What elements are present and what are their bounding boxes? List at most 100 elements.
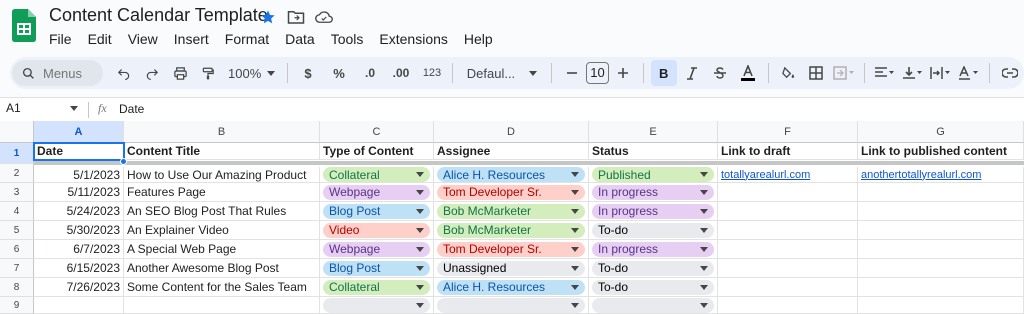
- cell-assignee[interactable]: Unassigned: [434, 259, 589, 278]
- menu-search[interactable]: [12, 60, 103, 86]
- cell-title[interactable]: Some Content for the Sales Team: [124, 278, 320, 297]
- cloud-status-icon[interactable]: [314, 7, 334, 27]
- cell-title[interactable]: Another Awesome Blog Post: [124, 259, 320, 278]
- header-cell-draft[interactable]: Link to draft: [718, 143, 858, 160]
- decrease-decimal-button[interactable]: .0: [357, 60, 383, 86]
- document-title[interactable]: Content Calendar Template: [49, 5, 268, 26]
- row-header-5[interactable]: 5: [0, 221, 34, 240]
- cell-status[interactable]: In progress: [589, 183, 718, 202]
- star-icon[interactable]: [258, 7, 278, 27]
- increase-decimal-button[interactable]: .00: [388, 60, 414, 86]
- dropdown-chip[interactable]: Tom Developer Sr.: [437, 241, 585, 257]
- cell-status[interactable]: [589, 297, 718, 314]
- decrease-font-size-icon[interactable]: [559, 60, 585, 86]
- cell-draft[interactable]: [718, 297, 858, 314]
- name-box[interactable]: A1: [6, 101, 21, 115]
- row-header-4[interactable]: 4: [0, 202, 34, 221]
- cell-draft[interactable]: [718, 240, 858, 259]
- menu-tools[interactable]: Tools: [323, 29, 372, 49]
- merge-cells-icon[interactable]: [831, 60, 857, 86]
- bold-button[interactable]: B: [650, 60, 677, 86]
- cell-status[interactable]: To-do: [589, 221, 718, 240]
- menu-search-input[interactable]: [43, 65, 103, 81]
- frozen-row-divider[interactable]: [34, 161, 1024, 165]
- header-cell-title[interactable]: Content Title: [124, 143, 320, 160]
- cell-status[interactable]: In progress: [589, 240, 718, 259]
- dropdown-chip[interactable]: In progress: [592, 203, 714, 219]
- more-formats-button[interactable]: 123: [419, 60, 445, 86]
- cell-date[interactable]: 5/11/2023: [34, 183, 124, 202]
- dropdown-chip[interactable]: Collateral: [323, 167, 430, 182]
- cell-assignee[interactable]: Tom Developer Sr.: [434, 183, 589, 202]
- header-cell-status[interactable]: Status: [589, 143, 718, 160]
- cell-assignee[interactable]: [434, 297, 589, 314]
- cell-assignee[interactable]: Tom Developer Sr.: [434, 240, 589, 259]
- cell-published[interactable]: [858, 202, 1024, 221]
- dropdown-chip[interactable]: Published: [592, 167, 714, 182]
- cell-status[interactable]: To-do: [589, 278, 718, 297]
- redo-icon[interactable]: [139, 60, 165, 86]
- chevron-down-icon[interactable]: [70, 106, 78, 111]
- header-cell-assignee[interactable]: Assignee: [434, 143, 589, 160]
- formula-input[interactable]: Date: [119, 102, 144, 116]
- percent-format-button[interactable]: %: [326, 60, 352, 86]
- cell-title[interactable]: An Explainer Video: [124, 221, 320, 240]
- row-header-8[interactable]: 8: [0, 278, 34, 297]
- dropdown-chip[interactable]: Tom Developer Sr.: [437, 184, 585, 200]
- increase-font-size-icon[interactable]: [610, 60, 636, 86]
- cell-assignee[interactable]: Alice H. Resources: [434, 278, 589, 297]
- row-header-2[interactable]: 2: [0, 164, 34, 183]
- column-header-f[interactable]: F: [718, 121, 858, 143]
- dropdown-chip[interactable]: Unassigned: [437, 260, 585, 276]
- fill-color-icon[interactable]: [775, 60, 801, 86]
- horizontal-align-icon[interactable]: [872, 60, 898, 86]
- cell-published[interactable]: anothertotallyrealurl.com: [858, 167, 1024, 183]
- cell-draft[interactable]: [718, 278, 858, 297]
- dropdown-chip[interactable]: Blog Post: [323, 260, 430, 276]
- cell-title[interactable]: A Special Web Page: [124, 240, 320, 259]
- dropdown-chip[interactable]: In progress: [592, 184, 714, 200]
- dropdown-chip[interactable]: Alice H. Resources: [437, 167, 585, 182]
- cell-assignee[interactable]: Bob McMarketer: [434, 221, 589, 240]
- cell-title[interactable]: How to Use Our Amazing Product: [124, 167, 320, 183]
- cell-date[interactable]: 5/1/2023: [34, 167, 124, 183]
- dropdown-chip[interactable]: [437, 297, 585, 313]
- borders-icon[interactable]: [803, 60, 829, 86]
- cell-published[interactable]: [858, 259, 1024, 278]
- cell-type[interactable]: Video: [320, 221, 434, 240]
- cell-type[interactable]: Webpage: [320, 183, 434, 202]
- menu-extensions[interactable]: Extensions: [371, 29, 455, 49]
- cell-date[interactable]: [34, 297, 124, 314]
- zoom-select[interactable]: 100%: [222, 66, 281, 81]
- menu-view[interactable]: View: [120, 29, 166, 49]
- cell-title[interactable]: Features Page: [124, 183, 320, 202]
- menu-file[interactable]: File: [41, 29, 80, 49]
- cell-published[interactable]: [858, 278, 1024, 297]
- cell-draft[interactable]: [718, 183, 858, 202]
- move-folder-icon[interactable]: [286, 7, 306, 27]
- cell-type[interactable]: Collateral: [320, 278, 434, 297]
- cell-type[interactable]: Blog Post: [320, 259, 434, 278]
- header-cell-published[interactable]: Link to published content: [858, 143, 1024, 160]
- column-header-d[interactable]: D: [434, 121, 589, 143]
- cell-date[interactable]: 6/7/2023: [34, 240, 124, 259]
- insert-link-icon[interactable]: [997, 60, 1023, 86]
- menu-help[interactable]: Help: [456, 29, 501, 49]
- cell-type[interactable]: Blog Post: [320, 202, 434, 221]
- select-all-corner[interactable]: [0, 121, 34, 143]
- cell-status[interactable]: In progress: [589, 202, 718, 221]
- column-header-e[interactable]: E: [589, 121, 718, 143]
- cell-date[interactable]: 5/24/2023: [34, 202, 124, 221]
- vertical-align-icon[interactable]: [900, 60, 926, 86]
- undo-icon[interactable]: [111, 60, 137, 86]
- cell-published[interactable]: [858, 221, 1024, 240]
- dropdown-chip[interactable]: Bob McMarketer: [437, 222, 585, 238]
- cell-draft[interactable]: totallyarealurl.com: [718, 167, 858, 183]
- dropdown-chip[interactable]: [592, 297, 714, 313]
- dropdown-chip[interactable]: Webpage: [323, 184, 430, 200]
- cell-draft[interactable]: [718, 202, 858, 221]
- menu-insert[interactable]: Insert: [166, 29, 217, 49]
- cell-published[interactable]: [858, 183, 1024, 202]
- dropdown-chip[interactable]: Collateral: [323, 279, 430, 295]
- row-header-1[interactable]: 1: [0, 143, 34, 164]
